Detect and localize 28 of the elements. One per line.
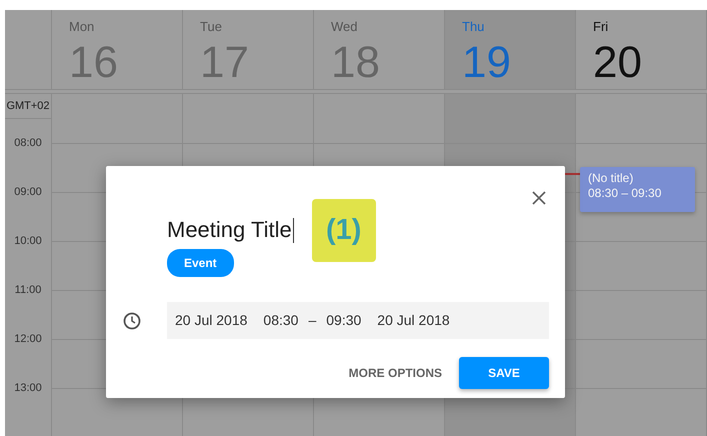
timezone-label: GMT+02 (6, 98, 50, 114)
day-name: Fri (593, 18, 608, 36)
hour-label: 08:00 (14, 136, 42, 152)
end-date[interactable]: 20 Jul 2018 (377, 310, 450, 331)
day-name: Thu (462, 18, 484, 36)
annotation-label: (1) (312, 199, 376, 262)
start-date[interactable]: 20 Jul 2018 (175, 310, 248, 331)
start-time[interactable]: 08:30 (263, 310, 298, 331)
day-number[interactable]: 20 (593, 39, 642, 88)
time-separator: – (308, 311, 316, 330)
day-name: Tue (200, 18, 222, 36)
hour-label: 10:00 (14, 234, 42, 250)
day-name: Wed (331, 18, 358, 36)
event-time: 08:30 – 09:30 (588, 186, 662, 201)
hour-label: 11:00 (14, 283, 42, 298)
event-title: (No title) (588, 171, 634, 186)
title-input[interactable]: Meeting Title (167, 218, 294, 243)
hour-label: 09:00 (14, 185, 42, 200)
hour-label: 13:00 (14, 381, 42, 396)
hour-label: 12:00 (14, 332, 42, 348)
more-options-button[interactable]: MORE OPTIONS (340, 356, 450, 390)
event-type-chip[interactable]: Event (167, 249, 234, 277)
save-button[interactable]: SAVE (459, 357, 549, 389)
current-time-line (565, 173, 580, 175)
calendar-event[interactable]: (No title) 08:30 – 09:30 (580, 167, 695, 212)
clock-icon (123, 312, 141, 330)
day-name: Mon (69, 18, 94, 36)
end-time[interactable]: 09:30 (326, 310, 362, 331)
